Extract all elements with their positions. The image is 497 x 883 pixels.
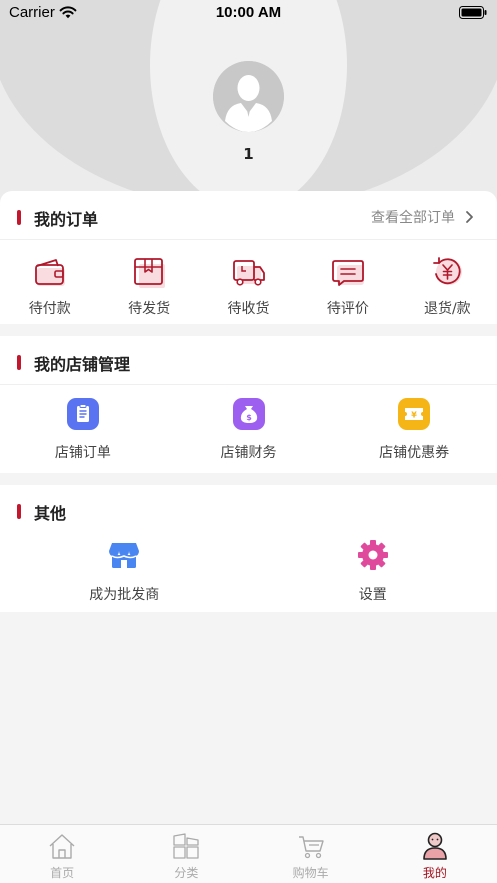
orders-title: 我的订单 — [34, 210, 99, 229]
shop-finance-label: 店铺财务 — [220, 445, 277, 461]
storefront-icon — [109, 543, 140, 568]
cart-icon — [298, 836, 324, 859]
shop-coupons-label: 店铺优惠券 — [379, 445, 450, 461]
svg-text:¥: ¥ — [411, 411, 417, 420]
shop-management-row: 店铺订单 $ 店铺财务 ¥ 店铺优惠券 — [0, 386, 497, 472]
shop-finance[interactable]: $ 店铺财务 — [166, 386, 332, 472]
section-accent-bar — [17, 210, 21, 225]
profile-icon — [423, 832, 447, 860]
tab-profile[interactable]: 我的 — [373, 825, 497, 883]
settings[interactable]: 设置 — [249, 535, 497, 611]
gear-icon — [357, 540, 388, 570]
order-pending-receipt-label: 待收货 — [227, 301, 270, 317]
status-time: 10:00 AM — [215, 4, 282, 21]
shop-coupons[interactable]: ¥ 店铺优惠券 — [331, 386, 497, 472]
profile-header: Carrier 10:00 AM 1 — [0, 0, 497, 210]
shop-header: 我的店铺管理 — [0, 336, 497, 384]
tab-category[interactable]: 分类 — [124, 825, 248, 883]
other-row: 成为批发商 设置 — [0, 535, 497, 611]
order-refund[interactable]: 退货/款 — [398, 241, 497, 321]
clipboard-icon — [76, 404, 89, 422]
shop-coupons-icon-tile: ¥ — [398, 398, 431, 430]
money-bag-icon: $ — [240, 406, 257, 423]
category-icon — [173, 833, 200, 859]
order-pending-review-label: 待评价 — [326, 301, 369, 317]
view-all-orders-label: 查看全部订单 — [371, 210, 455, 226]
become-wholesaler[interactable]: 成为批发商 — [0, 535, 249, 611]
tab-cart[interactable]: 购物车 — [249, 825, 373, 883]
shop-management-section: 我的店铺管理 店铺订单 $ 店铺财务 ¥ 店铺优惠券 — [0, 336, 497, 473]
divider — [0, 239, 497, 240]
orders-status-row: 待付款 待发货 待收货 待评价 退货/款 — [0, 241, 497, 321]
order-pending-receipt[interactable]: 待收货 — [199, 241, 298, 321]
orders-section: 我的订单 查看全部订单 待付款 待发货 待收货 待评价 退货/款 — [0, 191, 497, 324]
bottom-tab-bar: 首页 分类 购物车 我的 — [0, 824, 497, 883]
chevron-right-icon — [466, 211, 473, 223]
shop-orders[interactable]: 店铺订单 — [0, 386, 166, 472]
order-pending-shipment-label: 待发货 — [128, 301, 171, 317]
settings-label: 设置 — [358, 587, 387, 603]
order-pending-payment-label: 待付款 — [28, 301, 71, 317]
section-accent-bar — [17, 504, 21, 519]
tab-profile-label: 我的 — [422, 866, 447, 880]
tab-home[interactable]: 首页 — [0, 825, 124, 883]
delivery-truck-icon — [232, 260, 265, 286]
svg-text:$: $ — [246, 413, 252, 422]
become-wholesaler-label: 成为批发商 — [89, 587, 160, 603]
other-title: 其他 — [34, 504, 67, 523]
tab-category-label: 分类 — [174, 866, 199, 880]
package-icon — [134, 258, 166, 288]
coupon-icon: ¥ — [405, 408, 424, 420]
avatar[interactable] — [213, 61, 284, 132]
home-icon — [49, 834, 75, 859]
shop-orders-icon-tile — [66, 398, 99, 430]
user-avatar-icon — [213, 61, 284, 132]
status-bar: Carrier 10:00 AM — [0, 0, 497, 26]
orders-header: 我的订单 查看全部订单 — [0, 191, 497, 239]
view-all-orders-link[interactable]: 查看全部订单 — [371, 207, 475, 227]
other-header: 其他 — [0, 485, 497, 533]
tab-cart-label: 购物车 — [292, 866, 329, 880]
order-pending-shipment[interactable]: 待发货 — [99, 241, 198, 321]
order-pending-review[interactable]: 待评价 — [298, 241, 397, 321]
order-refund-label: 退货/款 — [423, 301, 471, 317]
other-section: 其他 成为批发商 设置 — [0, 485, 497, 612]
wallet-icon — [34, 259, 65, 286]
battery-icon — [459, 6, 487, 19]
tab-home-label: 首页 — [50, 866, 75, 880]
shop-title: 我的店铺管理 — [34, 355, 131, 374]
comment-icon — [332, 260, 364, 286]
section-accent-bar — [17, 355, 21, 370]
refund-icon — [433, 257, 463, 285]
shop-orders-label: 店铺订单 — [54, 445, 111, 461]
shop-finance-icon-tile: $ — [232, 398, 265, 430]
divider — [0, 384, 497, 385]
username: 1 — [243, 145, 254, 163]
order-pending-payment[interactable]: 待付款 — [0, 241, 99, 321]
